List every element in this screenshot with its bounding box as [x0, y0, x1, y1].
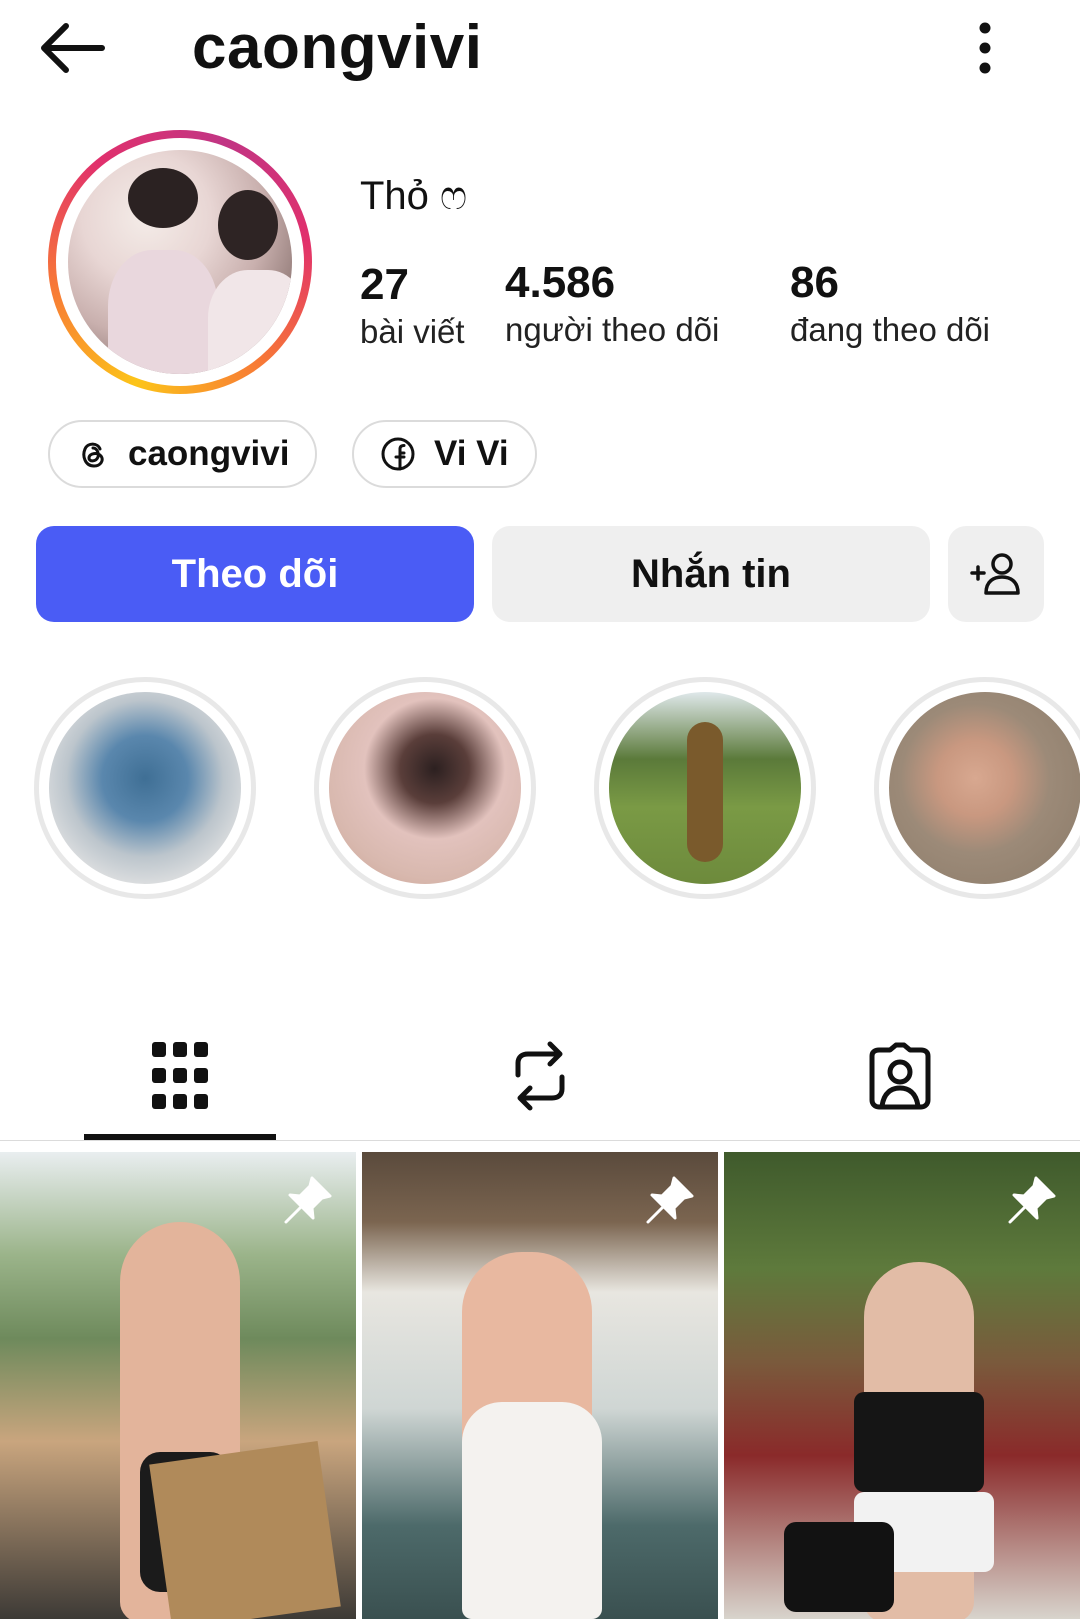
tab-tagged[interactable]: [730, 1020, 1070, 1132]
reposts-icon: [515, 1041, 565, 1111]
pin-icon: [646, 1176, 694, 1224]
avatar-photo: [68, 150, 292, 374]
threads-link-label: caongvivi: [128, 434, 290, 473]
stat-posts[interactable]: 27 bài viết: [360, 258, 465, 352]
profile-avatar[interactable]: [48, 130, 312, 394]
threads-icon: [82, 442, 104, 468]
add-user-button[interactable]: [948, 526, 1044, 622]
back-arrow-icon[interactable]: [36, 18, 106, 78]
display-name: Thỏ ෆ: [360, 174, 468, 218]
following-label: đang theo dõi: [790, 311, 991, 348]
threads-link[interactable]: caongvivi: [48, 420, 318, 488]
followers-count: 4.586: [505, 258, 616, 307]
facebook-link[interactable]: Vi Vi: [352, 420, 537, 488]
add-user-icon: [970, 553, 1020, 595]
post-tile-2[interactable]: [362, 1152, 718, 1619]
posts-label: bài viết: [360, 313, 465, 350]
more-options-icon[interactable]: [960, 18, 1010, 78]
tagged-icon: [869, 1042, 931, 1110]
highlight-2[interactable]: [314, 677, 536, 899]
pin-icon: [1008, 1176, 1056, 1224]
highlight-3[interactable]: [594, 677, 816, 899]
posts-count: 27: [360, 260, 409, 309]
highlight-1[interactable]: [34, 677, 256, 899]
stat-following[interactable]: 86 đang theo dõi: [790, 256, 990, 350]
grid-icon: [152, 1042, 208, 1109]
pin-icon: [284, 1176, 332, 1224]
following-count: 86: [790, 258, 839, 307]
highlight-photo: [889, 692, 1080, 884]
active-tab-indicator: [84, 1134, 276, 1140]
highlight-photo: [329, 692, 521, 884]
facebook-link-label: Vi Vi: [434, 434, 509, 473]
message-button[interactable]: Nhắn tin: [492, 526, 930, 622]
tab-posts[interactable]: [10, 1020, 350, 1132]
tab-reposts[interactable]: [370, 1020, 710, 1132]
followers-label: người theo dõi: [505, 311, 720, 348]
facebook-icon: [381, 437, 415, 471]
highlight-4[interactable]: [874, 677, 1080, 899]
stat-followers[interactable]: 4.586 người theo dõi: [505, 256, 719, 350]
profile-username: caongvivi: [192, 13, 483, 82]
highlight-photo: [609, 692, 801, 884]
follow-button[interactable]: Theo dõi: [36, 526, 474, 622]
post-tile-1[interactable]: [0, 1152, 356, 1619]
post-tile-3[interactable]: [724, 1152, 1080, 1619]
highlight-photo: [49, 692, 241, 884]
tabs-divider: [0, 1140, 1080, 1141]
